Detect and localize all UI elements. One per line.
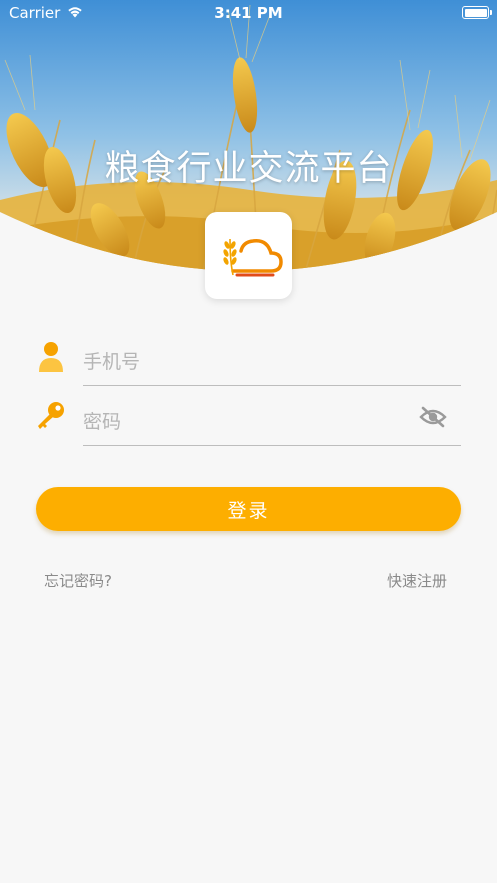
quick-register-link[interactable]: 快速注册 [387,570,447,591]
phone-field[interactable] [83,336,461,386]
app-logo [205,212,292,299]
status-time: 3:41 PM [214,4,283,22]
phone-input[interactable] [83,346,403,378]
forgot-password-link[interactable]: 忘记密码? [44,570,112,591]
battery-level [464,8,487,17]
password-field[interactable] [83,396,461,446]
app-title: 粮食行业交流平台 [104,149,393,189]
password-input[interactable] [83,406,403,438]
battery-icon [462,6,492,19]
user-icon [36,340,66,374]
key-icon [34,400,64,434]
login-button[interactable]: 登录 [36,487,461,531]
status-bar: Carrier 3:41 PM [0,0,497,26]
cloud-wheat-logo-icon [222,238,283,276]
eye-off-icon[interactable] [419,406,447,428]
